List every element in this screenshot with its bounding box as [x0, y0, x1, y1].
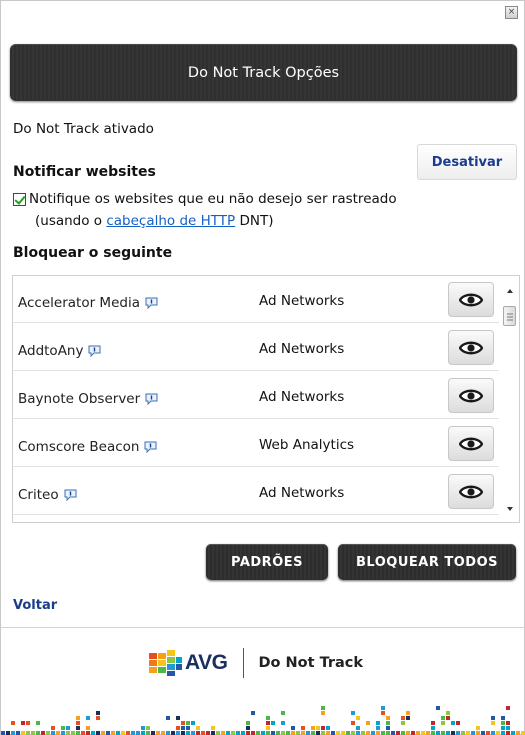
tracker-row: AddtoAny Ad Networks	[13, 324, 499, 371]
tracker-category: Ad Networks	[259, 389, 345, 405]
scroll-up-icon[interactable]	[505, 287, 515, 295]
tracker-row: Baynote Observer Ad Networks	[13, 372, 499, 419]
eye-icon	[459, 485, 483, 498]
tracker-name-text: Accelerator Media	[18, 295, 140, 311]
decorative-pixel-strip	[1, 706, 525, 735]
dialog-window: × Do Not Track Opções Do Not Track ativa…	[0, 0, 525, 735]
eye-icon	[459, 437, 483, 450]
close-icon: ×	[507, 7, 516, 17]
eye-icon	[459, 341, 483, 354]
header-bar: Do Not Track Opções	[10, 44, 517, 101]
defaults-button[interactable]: PADRÕES	[206, 544, 328, 580]
disable-button[interactable]: Desativar	[417, 144, 517, 180]
tracker-row: Comscore Beacon Web Analytics	[13, 420, 499, 467]
info-bubble-icon[interactable]	[145, 393, 158, 405]
notify-checkbox-label: Notifique os websites que eu não desejo …	[29, 191, 397, 207]
scroll-down-icon[interactable]	[505, 505, 515, 513]
eye-icon	[459, 389, 483, 402]
tracker-name: Comscore Beacon	[18, 439, 157, 455]
avg-brand-text: AVG	[185, 651, 228, 674]
tracker-name-text: Comscore Beacon	[18, 439, 140, 455]
block-section-title: Bloquear o seguinte	[13, 245, 173, 261]
list-scrollbar[interactable]	[501, 276, 519, 522]
tracker-name-text: Baynote Observer	[18, 391, 141, 407]
tracker-category: Web Analytics	[259, 437, 355, 453]
http-note-prefix: (usando o	[35, 213, 107, 229]
block-all-button[interactable]: BLOQUEAR TODOS	[338, 544, 516, 580]
tracker-toggle-button[interactable]	[448, 282, 494, 317]
info-bubble-icon[interactable]	[88, 345, 101, 357]
tracker-name: Accelerator Media	[18, 295, 158, 311]
http-header-link[interactable]: cabeçalho de HTTP	[106, 213, 235, 229]
notify-checkbox[interactable]	[13, 192, 26, 206]
info-bubble-icon[interactable]	[144, 441, 157, 453]
tracker-name: Baynote Observer	[18, 391, 158, 407]
tracker-name: AddtoAny	[18, 343, 101, 359]
notify-section-title: Notificar websites	[13, 164, 156, 180]
http-note: (usando o cabeçalho de HTTP DNT)	[35, 213, 274, 229]
avg-logo-icon	[149, 650, 182, 676]
notify-checkbox-row[interactable]: Notifique os websites que eu não desejo …	[13, 191, 397, 207]
scroll-thumb[interactable]	[503, 306, 516, 326]
footer-logo: AVG Do Not Track	[149, 645, 363, 681]
tracker-category: Ad Networks	[259, 293, 345, 309]
footer-divider	[1, 627, 525, 628]
eye-icon	[459, 293, 483, 306]
http-note-suffix: DNT)	[235, 213, 274, 229]
status-text: Do Not Track ativado	[13, 121, 154, 137]
tracker-toggle-button[interactable]	[448, 378, 494, 413]
tracker-name: Criteo	[18, 487, 77, 503]
info-bubble-icon[interactable]	[64, 489, 77, 501]
tracker-toggle-button[interactable]	[448, 426, 494, 461]
tracker-row: Accelerator Media Ad Networks	[13, 276, 499, 323]
tracker-name-text: Criteo	[18, 487, 59, 503]
tracker-name-text: AddtoAny	[18, 343, 84, 359]
tracker-list: Accelerator Media Ad Networks AddtoAny Ad N…	[12, 275, 520, 523]
logo-separator	[243, 648, 245, 678]
header-title: Do Not Track Opções	[187, 64, 340, 81]
tracker-category: Ad Networks	[259, 341, 345, 357]
tracker-toggle-button[interactable]	[448, 474, 494, 509]
info-bubble-icon[interactable]	[145, 297, 158, 309]
close-button[interactable]: ×	[505, 6, 518, 19]
tracker-row: Criteo Ad Networks	[13, 468, 499, 515]
back-link[interactable]: Voltar	[13, 598, 57, 613]
tracker-toggle-button[interactable]	[448, 330, 494, 365]
tracker-category: Ad Networks	[259, 485, 345, 501]
footer-product-name: Do Not Track	[258, 655, 364, 671]
